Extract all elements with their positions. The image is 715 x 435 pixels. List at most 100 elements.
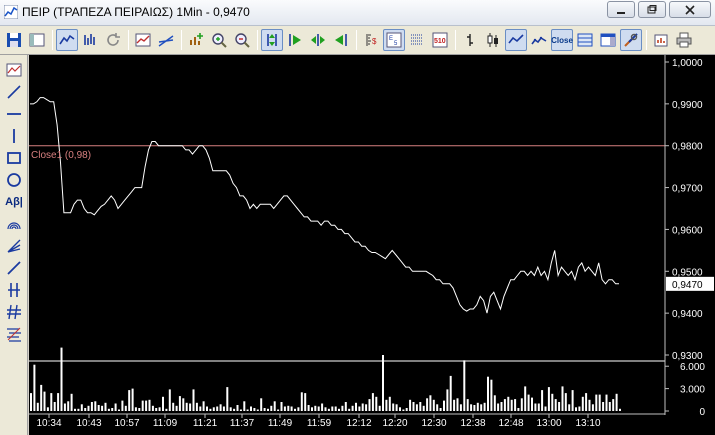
scale-510-button[interactable]: 510 xyxy=(429,29,451,51)
svg-text:$: $ xyxy=(372,37,377,46)
volume-bar xyxy=(226,387,229,411)
price-scale-button[interactable]: $ xyxy=(360,29,382,51)
ohlc-bar-icon xyxy=(467,34,473,46)
volume-bar xyxy=(277,409,280,411)
volume-bar xyxy=(412,402,415,411)
volume-bar xyxy=(155,408,158,411)
chart-type-button[interactable] xyxy=(3,59,25,81)
volume-bar xyxy=(111,408,114,411)
bar-chart-button[interactable] xyxy=(79,29,101,51)
parallel-button[interactable] xyxy=(3,279,25,301)
volume-bar xyxy=(449,375,452,411)
volume-bar xyxy=(267,408,269,411)
volume-bar xyxy=(547,387,550,411)
price-tick-label: 0,9400 xyxy=(672,309,703,320)
line-tool-icon xyxy=(7,85,21,99)
ellipse-button[interactable] xyxy=(3,169,25,191)
parallel-icon xyxy=(8,283,20,297)
window-button[interactable] xyxy=(597,29,619,51)
last-price-label: 0,9470 xyxy=(672,280,703,291)
ohlc-bar-button[interactable] xyxy=(459,29,481,51)
chart-area[interactable]: 1,0000 0,9900 0,9800 0,9700 0,9600 0,9500 0,94… xyxy=(29,55,715,435)
rectangle-button[interactable] xyxy=(3,147,25,169)
candlestick-button[interactable] xyxy=(482,29,504,51)
volume-bar xyxy=(124,405,127,411)
volume-bar xyxy=(222,406,225,411)
volume-bar xyxy=(527,394,530,411)
refresh-button[interactable] xyxy=(102,29,124,51)
volume-bar xyxy=(314,405,317,411)
volume-bar xyxy=(202,401,205,411)
time-tick-label: 10:34 xyxy=(36,418,61,429)
close-type-label: Close xyxy=(551,35,573,45)
play-back-button[interactable] xyxy=(330,29,352,51)
vertical-line-button[interactable] xyxy=(3,125,25,147)
volume-bar xyxy=(134,407,137,411)
volume-bar xyxy=(493,395,496,411)
indicator-button[interactable] xyxy=(132,29,154,51)
volume-bar xyxy=(476,402,479,411)
volume-bar xyxy=(608,402,611,411)
volume-bar xyxy=(456,398,459,411)
trendline-button[interactable] xyxy=(155,29,177,51)
volume-bar xyxy=(209,408,212,411)
volume-bar xyxy=(195,402,198,411)
close-button[interactable] xyxy=(669,1,711,18)
volume-bar xyxy=(612,399,615,411)
zoom-in-button[interactable] xyxy=(208,29,230,51)
export-button[interactable] xyxy=(650,29,672,51)
time-tick-label: 11:49 xyxy=(268,418,293,429)
volume-bar xyxy=(297,407,300,411)
play-forward-icon xyxy=(289,34,301,46)
panel-button[interactable] xyxy=(574,29,596,51)
volume-bar xyxy=(365,404,368,411)
tools-button[interactable] xyxy=(620,29,642,51)
horizontal-line-button[interactable] xyxy=(3,103,25,125)
time-tick-label: 11:21 xyxy=(193,418,218,429)
text-tool-button[interactable]: Aβ| xyxy=(3,191,25,213)
volume-bar xyxy=(524,386,527,411)
play-both-button[interactable] xyxy=(307,29,329,51)
maximize-button[interactable] xyxy=(638,1,666,18)
line-chart-button[interactable] xyxy=(56,29,78,51)
save-button[interactable] xyxy=(3,29,25,51)
ray-button[interactable] xyxy=(3,257,25,279)
price-chart[interactable]: 1,0000 0,9900 0,9800 0,9700 0,9600 0,9500 0,94… xyxy=(29,55,715,435)
volume-bar xyxy=(70,393,73,411)
volume-bar xyxy=(327,408,330,411)
zoom-out-button[interactable] xyxy=(231,29,253,51)
volume-bar xyxy=(263,408,266,411)
volume-bar xyxy=(33,364,36,411)
layout-button[interactable] xyxy=(26,29,48,51)
volume-bar xyxy=(429,395,432,411)
line-style-icon xyxy=(508,34,524,44)
volume-bar xyxy=(534,403,537,411)
volume-bar xyxy=(104,402,107,411)
channel-button[interactable] xyxy=(3,301,25,323)
numeric-scale-button[interactable]: E5 xyxy=(383,29,405,51)
print-button[interactable] xyxy=(673,29,695,51)
line-style-button[interactable] xyxy=(505,29,527,51)
play-forward-button[interactable] xyxy=(284,29,306,51)
fibonacci-button[interactable] xyxy=(3,323,25,345)
time-tick-label: 13:00 xyxy=(536,418,561,429)
grid-button[interactable] xyxy=(406,29,428,51)
volume-bar xyxy=(107,408,110,411)
volume-bar xyxy=(148,399,151,411)
volume-bar xyxy=(307,405,310,411)
scroll-start-button[interactable] xyxy=(261,29,283,51)
volume-bar xyxy=(554,399,557,411)
line-tool-button[interactable] xyxy=(3,81,25,103)
minimize-button[interactable] xyxy=(607,1,635,18)
arc-icon xyxy=(7,222,21,230)
close-style-button[interactable] xyxy=(528,29,550,51)
close-type-button[interactable]: Close xyxy=(551,29,573,51)
price-scale-icon: $ xyxy=(366,34,377,46)
time-tick-label: 11:59 xyxy=(307,418,332,429)
add-series-button[interactable] xyxy=(185,29,207,51)
volume-bar xyxy=(334,406,337,411)
fan-button[interactable] xyxy=(3,235,25,257)
volume-bar xyxy=(361,403,364,411)
volume-bar xyxy=(378,405,381,411)
arc-button[interactable] xyxy=(3,213,25,235)
